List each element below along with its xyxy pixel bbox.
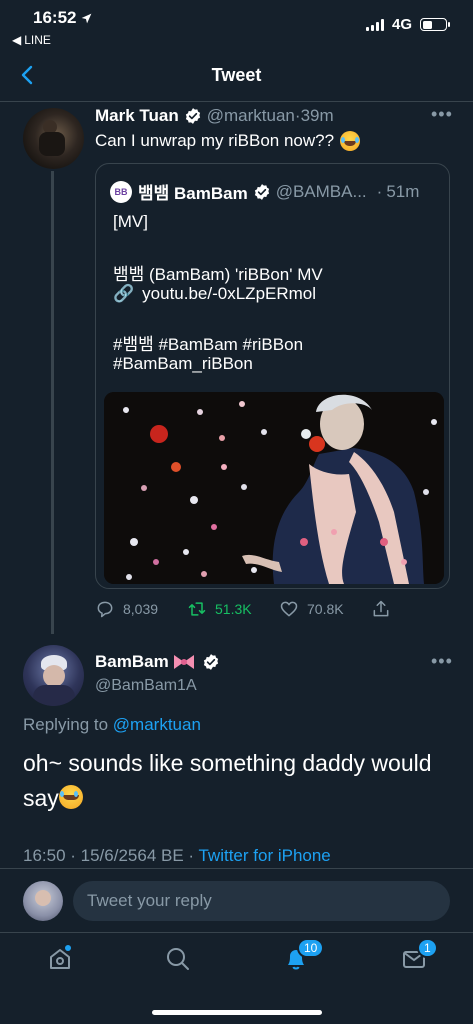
verified-badge-icon — [254, 183, 269, 200]
battery-icon — [420, 18, 450, 31]
reply-bar: Tweet your reply — [0, 868, 473, 932]
link-icon: 🔗 — [113, 284, 135, 303]
quote-line-2: 뱀뱀 (BamBam) 'riBBon' MV — [113, 265, 323, 284]
retweet-count: 51.3K — [215, 601, 252, 617]
tweet1-handle[interactable]: @marktuan — [207, 106, 295, 126]
quote-avatar: BB — [110, 180, 132, 203]
quote-line-1: [MV] — [113, 212, 148, 231]
thread-line — [51, 171, 54, 634]
quote-author-name: 뱀뱀 BamBam — [138, 184, 248, 203]
like-count: 70.8K — [307, 601, 344, 617]
header: Tweet — [0, 50, 473, 102]
tweet2-author-name[interactable]: BamBam — [95, 652, 169, 672]
tweet2-handle[interactable]: @BamBam1A — [95, 677, 197, 695]
status-bar: 16:52 ◀ LINE 4G — [0, 0, 473, 50]
laughing-emoji-icon — [340, 131, 361, 151]
signal-icon — [365, 18, 384, 31]
tab-search[interactable] — [164, 945, 192, 973]
like-button[interactable]: 70.8K — [279, 599, 344, 619]
messages-badge: 1 — [417, 938, 438, 958]
reply-input[interactable]: Tweet your reply — [73, 881, 450, 921]
home-indicator — [152, 1010, 322, 1015]
tweet1-time: 39m — [300, 106, 334, 125]
laughing-emoji-icon — [58, 785, 83, 809]
page-title: Tweet — [211, 65, 262, 85]
tab-home[interactable] — [46, 945, 74, 973]
my-avatar — [23, 881, 63, 921]
back-app-label: LINE — [24, 33, 51, 47]
tweet2-source-link[interactable]: Twitter for iPhone — [198, 846, 330, 865]
quote-handle: @BAMBA... — [275, 181, 367, 201]
reply-count: 8,039 — [123, 601, 159, 617]
avatar-bambam[interactable] — [23, 645, 84, 706]
replying-to-label: Replying to — [23, 715, 109, 734]
back-triangle-icon: ◀ — [12, 33, 22, 47]
more-icon[interactable]: ••• — [431, 104, 453, 125]
tweet1-text: Can I unwrap my riBBon now?? — [95, 131, 335, 150]
verified-badge-icon — [203, 654, 218, 670]
share-icon — [373, 600, 389, 617]
retweet-button[interactable]: 51.3K — [187, 599, 252, 619]
tweet1-actions: 8,039 51.3K 70.8K — [95, 598, 395, 620]
quote-hashtags-1[interactable]: #뱀뱀 #BamBam #riBBon — [113, 330, 303, 355]
quote-time: 51m — [386, 181, 420, 201]
more-icon[interactable]: ••• — [431, 651, 453, 672]
verified-badge-icon — [185, 108, 200, 124]
quote-media-image[interactable] — [104, 392, 444, 584]
ribbon-emoji-icon — [173, 655, 194, 669]
like-icon — [280, 601, 298, 617]
avatar-marktuan[interactable] — [23, 108, 84, 169]
tweet2-text: oh~ sounds like something daddy would sa… — [23, 750, 432, 811]
reply-button[interactable]: 8,039 — [95, 599, 158, 619]
location-arrow-icon — [82, 13, 92, 23]
mv-still-image — [104, 392, 444, 584]
notifications-badge: 10 — [297, 938, 325, 958]
quoted-tweet-card[interactable]: BB 뱀뱀 BamBam @BAMBA... · 51m [MV] 뱀뱀 (Ba… — [95, 163, 450, 589]
retweet-icon — [188, 602, 206, 616]
search-icon — [167, 948, 189, 970]
tweet1-author-name[interactable]: Mark Tuan — [95, 106, 179, 126]
quote-hashtags-2[interactable]: #BamBam_riBBon — [113, 354, 253, 374]
network-label: 4G — [391, 16, 412, 33]
tweet2-timestamp: 16:50 · 15/6/2564 BE · — [23, 846, 199, 865]
back-to-app-button[interactable]: ◀ LINE — [12, 33, 51, 47]
home-icon — [50, 945, 71, 969]
reply-icon — [97, 601, 113, 618]
status-time: 16:52 — [33, 8, 77, 27]
quote-link[interactable]: youtu.be/-0xLZpERmol — [142, 284, 316, 303]
tab-bar: 10 1 — [0, 932, 473, 1024]
share-button[interactable] — [371, 599, 391, 619]
replying-to-link[interactable]: @marktuan — [113, 715, 201, 734]
